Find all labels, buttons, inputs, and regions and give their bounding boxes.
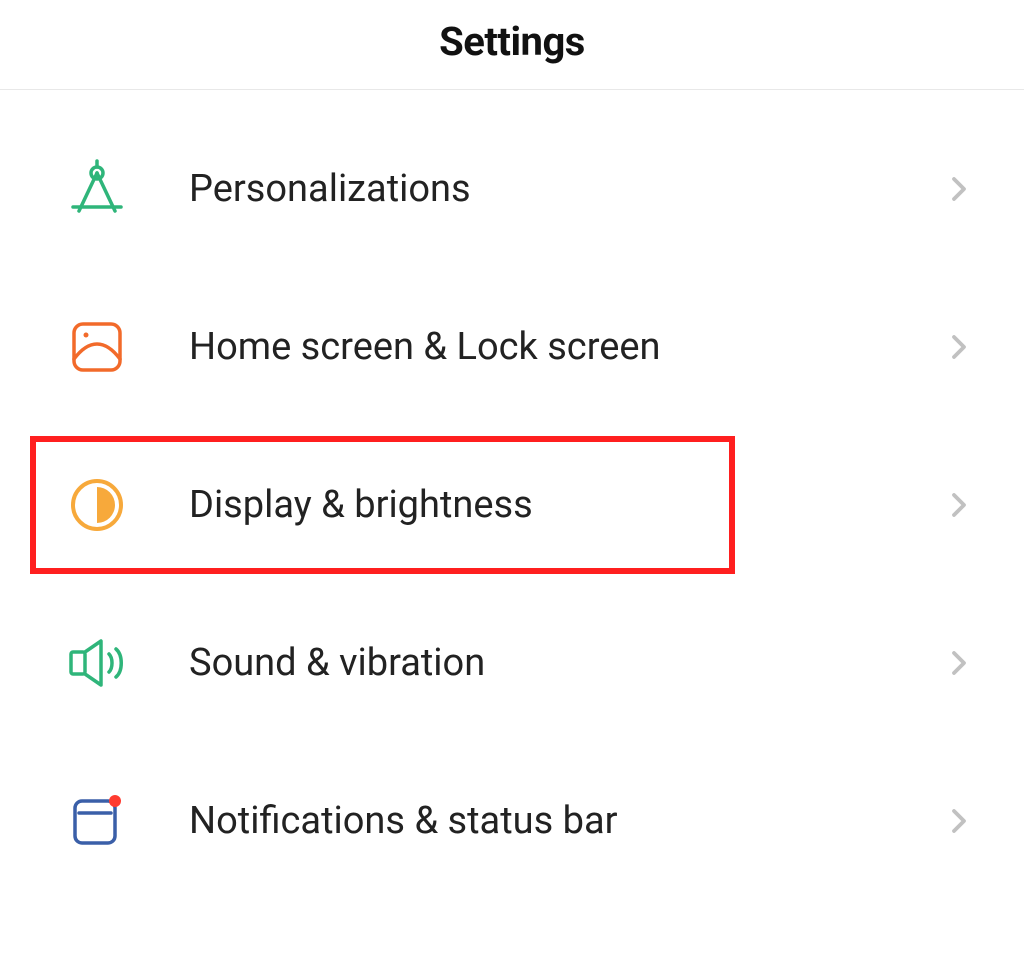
settings-item-home-lock[interactable]: Home screen & Lock screen bbox=[0, 268, 1024, 426]
settings-item-label: Notifications & status bar bbox=[189, 799, 944, 843]
settings-item-label: Display & brightness bbox=[189, 483, 944, 527]
chevron-right-icon bbox=[944, 648, 974, 678]
settings-item-display-brightness[interactable]: Display & brightness bbox=[0, 426, 1024, 584]
sound-icon bbox=[65, 631, 129, 695]
chevron-right-icon bbox=[944, 490, 974, 520]
compass-icon bbox=[65, 157, 129, 221]
settings-item-notifications-statusbar[interactable]: Notifications & status bar bbox=[0, 742, 1024, 900]
chevron-right-icon bbox=[944, 806, 974, 836]
page-title: Settings bbox=[0, 18, 1024, 65]
settings-item-label: Personalizations bbox=[189, 167, 944, 211]
brightness-icon bbox=[65, 473, 129, 537]
settings-item-personalizations[interactable]: Personalizations bbox=[0, 110, 1024, 268]
wallpaper-icon bbox=[65, 315, 129, 379]
settings-item-label: Sound & vibration bbox=[189, 641, 944, 685]
settings-item-label: Home screen & Lock screen bbox=[189, 325, 944, 369]
settings-list: Personalizations Home screen & Lock scre… bbox=[0, 90, 1024, 900]
chevron-right-icon bbox=[944, 332, 974, 362]
settings-item-sound-vibration[interactable]: Sound & vibration bbox=[0, 584, 1024, 742]
notification-icon bbox=[65, 789, 129, 853]
chevron-right-icon bbox=[944, 174, 974, 204]
page-header: Settings bbox=[0, 0, 1024, 90]
